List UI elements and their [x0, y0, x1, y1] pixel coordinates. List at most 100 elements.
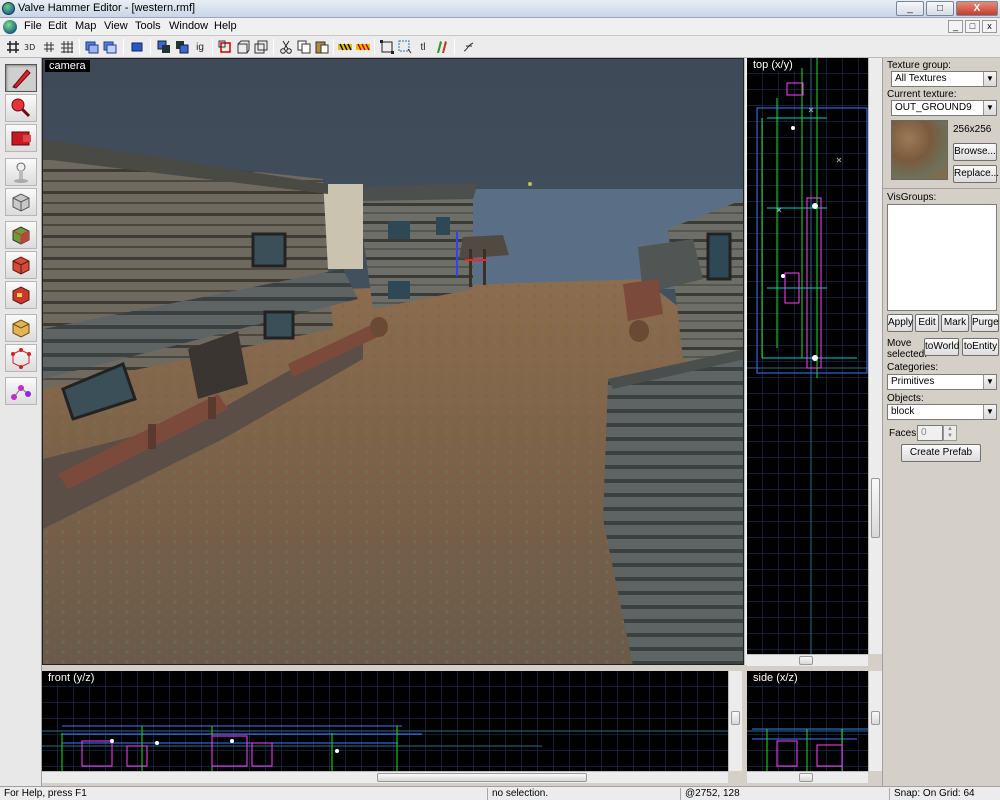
purge-button[interactable]: Purge [971, 314, 999, 332]
carve-icon[interactable] [217, 39, 233, 55]
chevron-down-icon[interactable]: ▼ [983, 72, 996, 86]
toggle-texture-lock-icon[interactable] [337, 39, 353, 55]
entity-tool-button[interactable] [5, 158, 37, 186]
mdi-close-button[interactable]: x [982, 20, 997, 33]
save-window-state-icon[interactable] [102, 39, 118, 55]
ignore-groups-icon[interactable]: ig [192, 39, 208, 55]
faces-input[interactable]: 0 [917, 425, 943, 441]
browse-button[interactable]: Browse... [953, 143, 997, 161]
hide-unselected-icon[interactable] [174, 39, 190, 55]
maximize-button[interactable]: □ [926, 1, 954, 16]
faces-spinner[interactable]: ▲ ▼ [943, 425, 957, 441]
mark-button[interactable]: Mark [941, 314, 969, 332]
visgroups-list[interactable] [887, 204, 997, 311]
main-toolbar: 3D ig tl [0, 36, 1000, 58]
menu-view[interactable]: View [104, 20, 128, 32]
grid-toggle-icon[interactable] [5, 39, 21, 55]
status-help-text: For Help, press F1 [4, 788, 87, 799]
apply-button[interactable]: Apply [887, 314, 913, 332]
window-title: Valve Hammer Editor - [western.rmf] [18, 2, 196, 14]
magnify-tool-button[interactable] [5, 94, 37, 122]
chevron-down-icon[interactable]: ▼ [983, 405, 996, 419]
texture-group-value: All Textures [895, 73, 947, 84]
to-world-button[interactable]: toWorld [924, 338, 959, 356]
categories-value: Primitives [891, 376, 935, 387]
mdi-restore-button[interactable]: □ [965, 20, 980, 33]
selection-tool-button[interactable] [5, 64, 37, 92]
front-viewport-label: front (y/z) [44, 672, 99, 684]
categories-select[interactable]: Primitives ▼ [887, 374, 997, 390]
svg-text:3D: 3D [24, 43, 35, 52]
entity-report-icon[interactable] [461, 39, 477, 55]
categories-label: Categories: [887, 362, 939, 373]
make-hollow-icon[interactable] [235, 39, 251, 55]
mdi-minimize-button[interactable]: _ [948, 20, 963, 33]
app-globe-icon [2, 2, 15, 15]
vertex-tool-button[interactable] [5, 344, 37, 372]
camera-viewport-label: camera [45, 60, 90, 72]
magnify-icon [11, 98, 31, 118]
paste-icon[interactable] [314, 39, 330, 55]
camera-viewport[interactable]: camera [42, 58, 744, 665]
block-tool-button[interactable] [5, 188, 37, 216]
texture-cube-icon [12, 226, 30, 245]
replace-button[interactable]: Replace... [953, 165, 999, 183]
load-window-state-icon[interactable] [84, 39, 100, 55]
close-button[interactable]: X [956, 1, 998, 16]
to-entity-button[interactable]: toEntity [962, 338, 999, 356]
top-viewport[interactable]: top (x/y) [747, 58, 868, 654]
chevron-down-icon[interactable]: ▼ [983, 101, 996, 115]
move-selected-label: Move selected: [887, 338, 928, 360]
transform-tool-icon[interactable]: tl [415, 39, 431, 55]
menu-edit[interactable]: Edit [48, 20, 67, 32]
menu-window[interactable]: Window [169, 20, 208, 32]
smaller-grid-icon[interactable] [41, 39, 57, 55]
texture-group-label: Texture group: [887, 60, 951, 71]
camera-icon [11, 131, 31, 146]
tool-palette [0, 58, 42, 786]
paint-icon[interactable] [433, 39, 449, 55]
faces-label: Faces: [889, 428, 920, 439]
minimize-button[interactable]: _ [896, 1, 924, 16]
side-viewport-label: side (x/z) [749, 672, 802, 684]
chevron-down-icon[interactable]: ▼ [983, 375, 996, 389]
document-globe-icon[interactable] [3, 20, 17, 34]
copy-icon[interactable] [296, 39, 312, 55]
decal-tool-button[interactable] [5, 281, 37, 309]
run-map-icon[interactable] [129, 39, 145, 55]
visgroups-label: VisGroups: [887, 192, 937, 203]
menu-map[interactable]: Map [75, 20, 96, 32]
menu-help[interactable]: Help [214, 20, 237, 32]
side-viewport[interactable]: side (x/z) [747, 671, 868, 771]
top-viewport-label: top (x/y) [749, 59, 797, 71]
front-view-grid [42, 671, 728, 771]
camera-scene [43, 59, 743, 664]
front-viewport[interactable]: front (y/z) [42, 671, 728, 771]
camera-tool-button[interactable] [5, 124, 37, 152]
toggle-selection-handles-icon[interactable] [379, 39, 395, 55]
menu-tools[interactable]: Tools [135, 20, 161, 32]
edit-visgroup-button[interactable]: Edit [915, 314, 939, 332]
objects-select[interactable]: block ▼ [887, 404, 997, 420]
status-bar: For Help, press F1 no selection. @2752, … [0, 786, 1000, 800]
texture-group-select[interactable]: All Textures ▼ [891, 71, 997, 87]
path-tool-button[interactable] [5, 377, 37, 405]
current-texture-label: Current texture: [887, 89, 957, 100]
menu-file[interactable]: File [24, 20, 42, 32]
current-texture-select[interactable]: OUT_GROUND9 ▼ [891, 100, 997, 116]
texture-application-tool-button[interactable] [5, 221, 37, 249]
create-prefab-button[interactable]: Create Prefab [901, 444, 981, 462]
larger-grid-icon[interactable] [59, 39, 75, 55]
selection-box-icon[interactable] [397, 39, 413, 55]
apply-current-texture-button[interactable] [5, 251, 37, 279]
status-snap-grid: Snap: On Grid: 64 [889, 788, 1000, 800]
3d-grid-icon[interactable]: 3D [23, 39, 39, 55]
group-icon[interactable] [253, 39, 269, 55]
objects-value: block [891, 406, 915, 417]
clipping-tool-button[interactable] [5, 314, 37, 342]
hide-selected-icon[interactable] [156, 39, 172, 55]
toggle-texture-scale-lock-icon[interactable] [355, 39, 371, 55]
top-view-grid [747, 58, 868, 654]
cut-icon[interactable] [278, 39, 294, 55]
decal-icon [12, 286, 30, 305]
